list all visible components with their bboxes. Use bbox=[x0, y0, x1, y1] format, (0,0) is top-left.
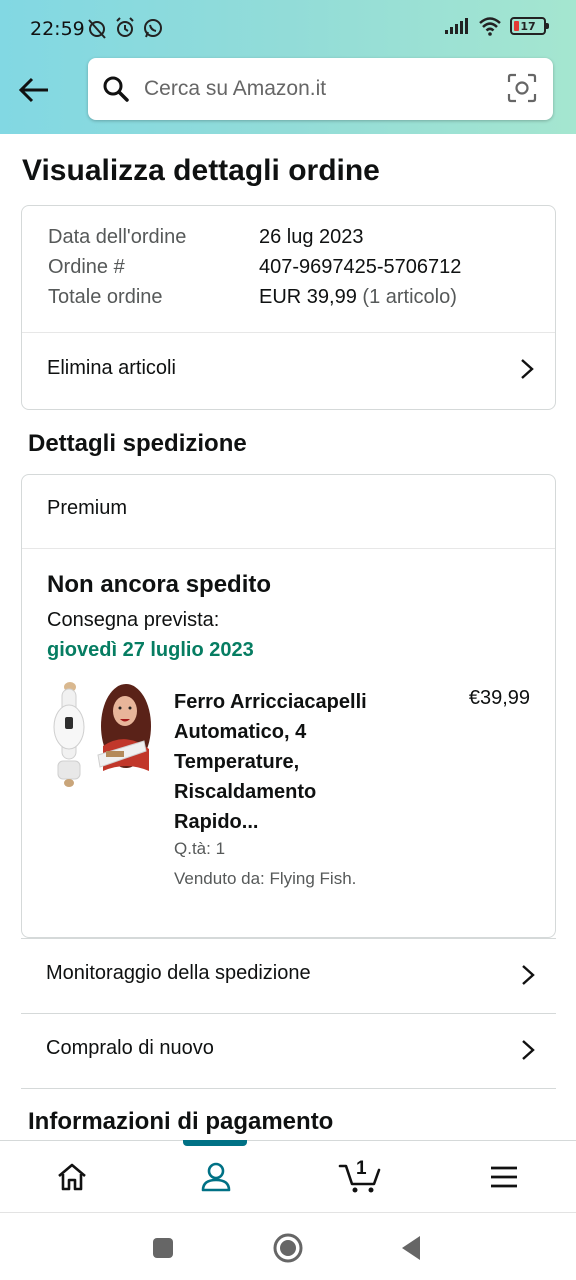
order-total-items: (1 articolo) bbox=[362, 286, 457, 308]
product-image[interactable] bbox=[48, 681, 152, 791]
divider bbox=[22, 548, 555, 549]
battery-icon: 17 bbox=[510, 17, 549, 35]
chevron-right-icon bbox=[522, 1040, 535, 1060]
order-number-value: 407-9697425-5706712 bbox=[259, 256, 462, 278]
shipment-card: Premium Non ancora spedito Consegna prev… bbox=[21, 474, 556, 938]
bottom-navigation: 1 bbox=[0, 1140, 576, 1212]
square-icon bbox=[153, 1238, 173, 1258]
arrow-left-icon bbox=[18, 77, 48, 103]
recents-button[interactable] bbox=[146, 1231, 180, 1265]
buy-again-label: Compralo di nuovo bbox=[46, 1037, 214, 1059]
nav-menu[interactable] bbox=[432, 1141, 576, 1213]
cart-count-badge: 1 bbox=[356, 1158, 367, 1179]
page-title: Visualizza dettagli ordine bbox=[22, 154, 380, 187]
status-system-icons: 17 bbox=[444, 16, 549, 36]
search-input[interactable] bbox=[144, 77, 484, 101]
shipment-status: Non ancora spedito bbox=[47, 571, 272, 598]
order-summary-card: Data dell'ordine 26 lug 2023 Ordine # 40… bbox=[21, 205, 556, 410]
product-title-link[interactable]: Ferro Arricciacapelli Automatico, 4 Temp… bbox=[174, 687, 404, 837]
order-total-value: EUR 39,99 (1 articolo) bbox=[259, 286, 457, 309]
payment-section-title: Informazioni di pagamento bbox=[28, 1108, 334, 1135]
order-date-value: 26 lug 2023 bbox=[259, 226, 364, 248]
alarm-icon bbox=[116, 17, 134, 37]
triangle-back-icon bbox=[402, 1236, 420, 1260]
track-shipment-label: Monitoraggio della spedizione bbox=[46, 962, 311, 984]
shipping-type: Premium bbox=[47, 497, 128, 519]
whatsapp-icon bbox=[144, 19, 162, 38]
signal-icon bbox=[445, 18, 468, 34]
product-price: €39,99 bbox=[468, 687, 530, 709]
chevron-right-icon bbox=[521, 359, 534, 379]
status-bar: 22:59 17 bbox=[0, 0, 576, 58]
back-button[interactable] bbox=[14, 72, 54, 108]
order-total-amount: EUR 39,99 bbox=[259, 286, 357, 308]
menu-icon bbox=[491, 1166, 517, 1188]
battery-level: 17 bbox=[520, 19, 536, 33]
alarm-off-icon bbox=[88, 19, 106, 39]
back-system-button[interactable] bbox=[394, 1231, 428, 1265]
track-shipment-link[interactable]: Monitoraggio della spedizione bbox=[21, 939, 556, 1013]
product-quantity: Q.tà: 1 bbox=[174, 839, 226, 858]
delivery-date: giovedì 27 luglio 2023 bbox=[47, 639, 254, 661]
delete-items-label: Elimina articoli bbox=[47, 357, 176, 379]
account-icon bbox=[201, 1162, 231, 1192]
divider bbox=[21, 1088, 556, 1089]
chevron-right-icon bbox=[522, 965, 535, 985]
nav-account[interactable] bbox=[144, 1141, 288, 1213]
order-date-label: Data dell'ordine bbox=[48, 226, 187, 248]
shipping-section-title: Dettagli spedizione bbox=[28, 430, 247, 457]
delete-items-link[interactable]: Elimina articoli bbox=[22, 333, 555, 407]
status-notification-icons bbox=[86, 16, 164, 40]
home-icon bbox=[58, 1163, 86, 1191]
search-icon bbox=[102, 75, 130, 103]
buy-again-link[interactable]: Compralo di nuovo bbox=[21, 1014, 556, 1088]
circle-icon bbox=[273, 1233, 303, 1263]
order-number-label: Ordine # bbox=[48, 256, 125, 278]
app-header: 22:59 17 bbox=[0, 0, 576, 134]
order-details-content[interactable]: Visualizza dettagli ordine Data dell'ord… bbox=[0, 134, 576, 1140]
search-bar[interactable] bbox=[88, 58, 553, 120]
nav-home[interactable] bbox=[0, 1141, 144, 1213]
camera-scan-icon[interactable] bbox=[507, 73, 537, 103]
system-navigation-bar bbox=[0, 1212, 576, 1280]
order-total-label: Totale ordine bbox=[48, 286, 163, 308]
home-system-button[interactable] bbox=[271, 1231, 305, 1265]
product-seller: Venduto da: Flying Fish. bbox=[174, 869, 357, 888]
wifi-icon bbox=[479, 17, 501, 36]
status-time: 22:59 bbox=[30, 18, 85, 40]
delivery-label: Consegna prevista: bbox=[47, 609, 220, 631]
